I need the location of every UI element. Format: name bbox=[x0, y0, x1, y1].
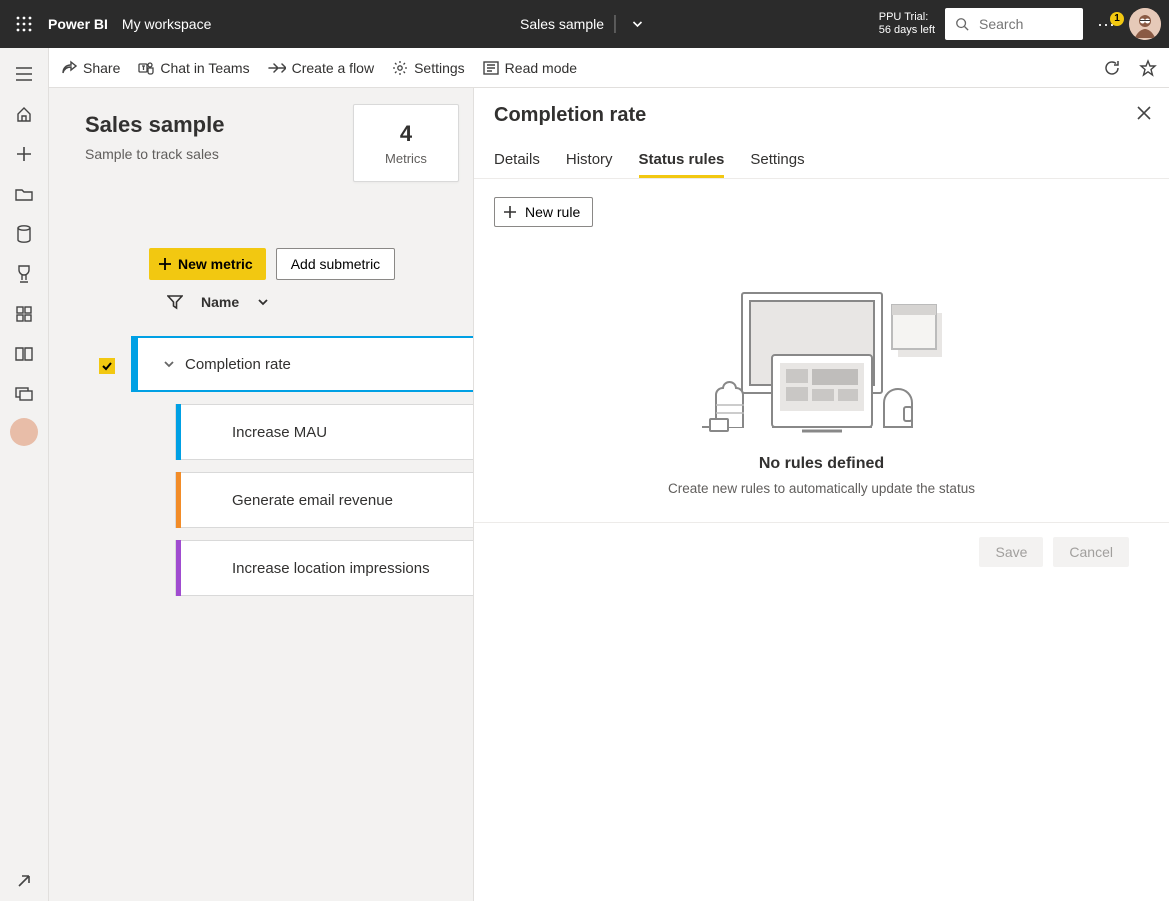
notification-badge: 1 bbox=[1110, 12, 1124, 26]
share-icon bbox=[61, 60, 77, 76]
plus-icon bbox=[503, 205, 517, 219]
app-launcher[interactable] bbox=[0, 0, 48, 48]
settings-button[interactable]: Settings bbox=[392, 60, 465, 76]
trial-status: PPU Trial: 56 days left bbox=[879, 11, 935, 37]
workspace-link[interactable]: My workspace bbox=[122, 16, 211, 32]
empty-title: No rules defined bbox=[494, 455, 1149, 473]
cancel-button[interactable]: Cancel bbox=[1053, 537, 1129, 567]
chat-teams-button[interactable]: Chat in Teams bbox=[138, 60, 249, 76]
gear-icon bbox=[392, 60, 408, 76]
metric-name: Increase location impressions bbox=[232, 560, 430, 577]
status-strip bbox=[133, 337, 138, 391]
status-strip bbox=[176, 472, 181, 528]
row-checkbox[interactable] bbox=[99, 358, 115, 374]
nav-data[interactable] bbox=[4, 214, 44, 254]
search-box[interactable] bbox=[945, 8, 1083, 40]
star-icon bbox=[1139, 59, 1157, 77]
divider bbox=[614, 15, 615, 33]
nav-goals[interactable] bbox=[4, 254, 44, 294]
app-brand: Power BI bbox=[48, 16, 108, 32]
chevron-down-icon bbox=[257, 296, 269, 308]
status-strip bbox=[176, 404, 181, 460]
close-panel-button[interactable] bbox=[1137, 106, 1151, 120]
panel-title: Completion rate bbox=[494, 104, 1149, 127]
metric-name: Increase MAU bbox=[232, 424, 327, 441]
status-strip bbox=[176, 540, 181, 596]
favorite-button[interactable] bbox=[1139, 59, 1157, 77]
tab-details[interactable]: Details bbox=[494, 143, 540, 178]
nav-my-workspace[interactable] bbox=[10, 418, 38, 446]
refresh-button[interactable] bbox=[1103, 59, 1121, 77]
nav-workspaces[interactable] bbox=[4, 374, 44, 414]
save-button[interactable]: Save bbox=[979, 537, 1043, 567]
nav-toggle[interactable] bbox=[4, 54, 44, 94]
metric-name: Generate email revenue bbox=[232, 492, 393, 509]
metrics-count: 4 bbox=[400, 121, 412, 147]
user-avatar[interactable] bbox=[1129, 8, 1161, 40]
nav-learn[interactable] bbox=[4, 334, 44, 374]
new-metric-button[interactable]: New metric bbox=[149, 248, 266, 280]
read-icon bbox=[483, 61, 499, 75]
expand-toggle[interactable] bbox=[163, 358, 175, 370]
tab-settings[interactable]: Settings bbox=[750, 143, 804, 178]
flow-icon bbox=[268, 61, 286, 75]
column-name-header[interactable]: Name bbox=[201, 294, 239, 310]
chevron-down-icon bbox=[631, 18, 643, 30]
dashboard-dropdown[interactable] bbox=[625, 12, 649, 36]
plus-icon bbox=[158, 257, 172, 271]
nav-apps[interactable] bbox=[4, 294, 44, 334]
metrics-count-label: Metrics bbox=[385, 151, 427, 166]
teams-icon bbox=[138, 60, 154, 76]
nav-home[interactable] bbox=[4, 94, 44, 134]
create-flow-button[interactable]: Create a flow bbox=[268, 60, 374, 76]
nav-create[interactable] bbox=[4, 134, 44, 174]
search-input[interactable] bbox=[977, 15, 1057, 33]
metric-name: Completion rate bbox=[185, 356, 291, 373]
filter-button[interactable] bbox=[167, 294, 183, 310]
add-submetric-button[interactable]: Add submetric bbox=[276, 248, 395, 280]
share-button[interactable]: Share bbox=[61, 60, 120, 76]
nav-browse[interactable] bbox=[4, 174, 44, 214]
refresh-icon bbox=[1103, 59, 1121, 77]
new-rule-button[interactable]: New rule bbox=[494, 197, 593, 227]
search-icon bbox=[955, 17, 969, 31]
nav-expand[interactable] bbox=[4, 861, 44, 901]
empty-subtitle: Create new rules to automatically update… bbox=[494, 481, 1149, 496]
filter-icon bbox=[167, 294, 183, 310]
metrics-count-card[interactable]: 4 Metrics bbox=[353, 104, 459, 182]
dashboard-name[interactable]: Sales sample bbox=[520, 16, 604, 32]
close-icon bbox=[1137, 106, 1151, 120]
more-menu[interactable]: ··· 1 bbox=[1093, 15, 1119, 33]
tab-status-rules[interactable]: Status rules bbox=[639, 143, 725, 178]
empty-illustration bbox=[692, 273, 952, 433]
read-mode-button[interactable]: Read mode bbox=[483, 60, 577, 76]
chevron-down-icon bbox=[163, 358, 175, 370]
sort-button[interactable] bbox=[257, 296, 269, 308]
tab-history[interactable]: History bbox=[566, 143, 613, 178]
